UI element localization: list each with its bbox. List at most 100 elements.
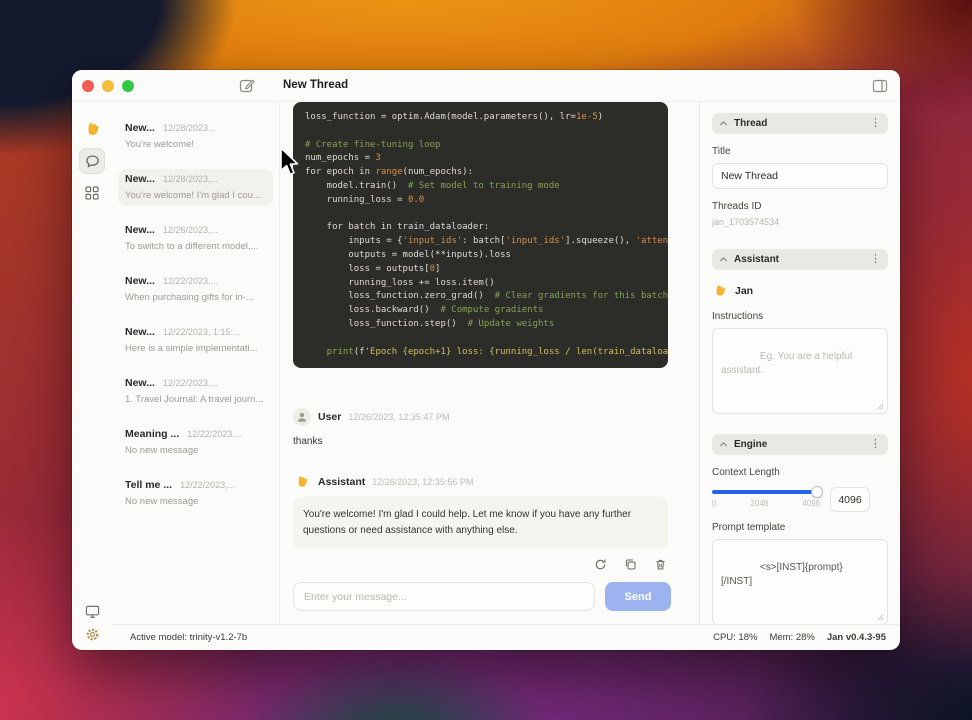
thread-list-item[interactable]: New... 12/28/2023,... You're welcome! I'm … bbox=[118, 169, 273, 206]
thread-title: New... bbox=[125, 326, 155, 338]
settings-gear-icon[interactable] bbox=[85, 627, 100, 642]
code-line: loss_function.zero_grad() # Clear gradie… bbox=[305, 291, 668, 302]
code-line: running_loss += loss.item() bbox=[305, 277, 495, 288]
user-message: User 12/26/2023, 12:35:47 PM thanks bbox=[293, 408, 669, 447]
assistant-name: Jan bbox=[735, 285, 754, 297]
code-line: # Create fine-tuning loop bbox=[305, 139, 441, 150]
chevron-up-icon bbox=[719, 257, 728, 262]
thread-title: New... bbox=[125, 377, 155, 389]
tick-mid: 2048 bbox=[750, 499, 769, 508]
code-line: for batch in train_dataloader: bbox=[305, 222, 490, 233]
kebab-menu-icon[interactable]: ⋮ bbox=[870, 118, 881, 129]
code-line: loss.backward() # Compute gradients bbox=[305, 305, 544, 316]
context-length-slider[interactable] bbox=[712, 486, 823, 498]
thread-snippet: You're welcome! bbox=[125, 139, 195, 150]
system-monitor-icon[interactable] bbox=[85, 605, 100, 619]
message-role: User bbox=[318, 411, 342, 423]
kebab-menu-icon[interactable]: ⋮ bbox=[870, 254, 881, 265]
code-block: loss_function = optim.Adam(model.paramet… bbox=[293, 102, 668, 368]
code-line: loss = outputs[0] bbox=[305, 263, 441, 274]
thread-title-input[interactable]: New Thread bbox=[712, 163, 888, 189]
thread-list-item[interactable]: New... 12/26/2023,... To switch to a diffe… bbox=[118, 220, 273, 257]
page-title: New Thread bbox=[283, 79, 349, 91]
code-line: loss_function.step() # Update weights bbox=[305, 318, 555, 329]
resize-handle-icon[interactable] bbox=[877, 403, 884, 410]
nav-chat-icon[interactable] bbox=[79, 148, 105, 174]
message-input[interactable] bbox=[293, 582, 595, 611]
prompt-template-value: <s>[INST]{prompt} [/INST] bbox=[721, 562, 843, 587]
thread-date: 12/22/2023, 1:15:... bbox=[162, 327, 241, 337]
code-line: num_epochs = 3 bbox=[305, 153, 381, 164]
thread-list-item[interactable]: New... 12/22/2023,... When purchasing gift… bbox=[118, 271, 273, 308]
nav-hub-grid-icon[interactable] bbox=[79, 180, 105, 206]
resize-handle-icon[interactable] bbox=[877, 614, 884, 621]
assistant-avatar-wave-icon bbox=[293, 473, 311, 491]
section-title: Thread bbox=[734, 118, 768, 129]
thread-list-item[interactable]: New... 12/28/2023... You're welcome! bbox=[118, 118, 273, 155]
thread-title: New... bbox=[125, 275, 155, 287]
message-text: thanks bbox=[293, 436, 323, 447]
thread-date: 12/22/2023,... bbox=[180, 480, 236, 490]
message-timestamp: 12/26/2023, 12:35:56 PM bbox=[372, 477, 474, 487]
thread-title: New... bbox=[125, 122, 155, 134]
minimize-window-button[interactable] bbox=[102, 80, 114, 92]
code-line: loss_function = optim.Adam(model.paramet… bbox=[305, 112, 604, 122]
message-text: You're welcome! I'm glad I could help. L… bbox=[293, 497, 668, 549]
thread-date: 12/28/2023,... bbox=[162, 174, 218, 184]
new-thread-compose-icon[interactable] bbox=[238, 77, 256, 95]
toggle-right-panel-icon[interactable] bbox=[872, 78, 888, 94]
regenerate-icon[interactable] bbox=[594, 558, 608, 572]
tick-min: 0 bbox=[712, 499, 717, 508]
section-title: Engine bbox=[734, 439, 768, 450]
engine-section-header[interactable]: Engine ⋮ bbox=[712, 434, 888, 455]
threads-id-label: Threads ID bbox=[712, 201, 762, 212]
chat-area: loss_function = optim.Adam(model.paramet… bbox=[280, 102, 700, 624]
tick-max: 4096 bbox=[802, 499, 820, 508]
slider-knob[interactable] bbox=[811, 486, 823, 498]
code-line: running_loss = 0.0 bbox=[305, 194, 425, 205]
send-button[interactable]: Send bbox=[605, 582, 671, 611]
prompt-template-label: Prompt template bbox=[712, 522, 786, 533]
thread-snippet: You're welcome! I'm glad I cou... bbox=[125, 190, 261, 201]
thread-title-value: New Thread bbox=[721, 170, 779, 182]
thread-title: New... bbox=[125, 173, 155, 185]
memory-status: Mem: 28% bbox=[769, 632, 815, 643]
close-window-button[interactable] bbox=[82, 80, 94, 92]
thread-list-item[interactable]: Meaning ... 12/22/2023,... No new message bbox=[118, 424, 273, 461]
thread-list: New... 12/28/2023... You're welcome! New...… bbox=[112, 102, 280, 624]
active-model-status: Active model: trinity-v1.2-7b bbox=[130, 632, 248, 643]
left-ribbon bbox=[72, 102, 112, 650]
copy-icon[interactable] bbox=[624, 558, 638, 572]
instructions-placeholder: Eg. You are a helpful assistant. bbox=[721, 351, 855, 376]
thread-snippet: No new message bbox=[125, 496, 199, 507]
thread-list-item[interactable]: New... 12/22/2023,... 1. Travel Journal: A… bbox=[118, 373, 273, 410]
desktop-wallpaper: New Thread New... 12/28/2023... You're w… bbox=[0, 0, 972, 720]
cpu-status: CPU: 18% bbox=[713, 632, 758, 643]
kebab-menu-icon[interactable]: ⋮ bbox=[870, 439, 881, 450]
thread-title: Tell me ... bbox=[125, 479, 173, 491]
thread-date: 12/22/2023,... bbox=[187, 429, 243, 439]
context-length-value[interactable]: 4096 bbox=[830, 487, 870, 512]
instructions-textarea[interactable]: Eg. You are a helpful assistant. bbox=[712, 328, 888, 414]
assistant-section-header[interactable]: Assistant ⋮ bbox=[712, 249, 888, 270]
threads-id-value: jan_1703574534 bbox=[712, 217, 780, 227]
thread-list-item[interactable]: Tell me ... 12/22/2023,... No new message bbox=[118, 475, 273, 512]
code-line: for epoch in range(num_epochs): bbox=[305, 167, 473, 178]
window-controls bbox=[82, 80, 134, 92]
zoom-window-button[interactable] bbox=[122, 80, 134, 92]
chevron-up-icon bbox=[719, 121, 728, 126]
delete-trash-icon[interactable] bbox=[654, 558, 668, 572]
message-role: Assistant bbox=[318, 476, 366, 488]
slider-ticks: 0 2048 4096 bbox=[712, 499, 820, 508]
prompt-template-textarea[interactable]: <s>[INST]{prompt} [/INST] bbox=[712, 539, 888, 624]
thread-list-item[interactable]: New... 12/22/2023, 1:15:... Here is a simp… bbox=[118, 322, 273, 359]
chevron-up-icon bbox=[719, 442, 728, 447]
context-length-label: Context Length bbox=[712, 467, 780, 478]
composer: Send bbox=[293, 582, 671, 611]
assistant-identity: Jan bbox=[712, 283, 888, 299]
thread-section-header[interactable]: Thread ⋮ bbox=[712, 113, 888, 134]
thread-snippet: Here is a simple implementati... bbox=[125, 343, 258, 354]
right-panel: Thread ⋮ Title New Thread Threads ID jan… bbox=[700, 102, 900, 624]
